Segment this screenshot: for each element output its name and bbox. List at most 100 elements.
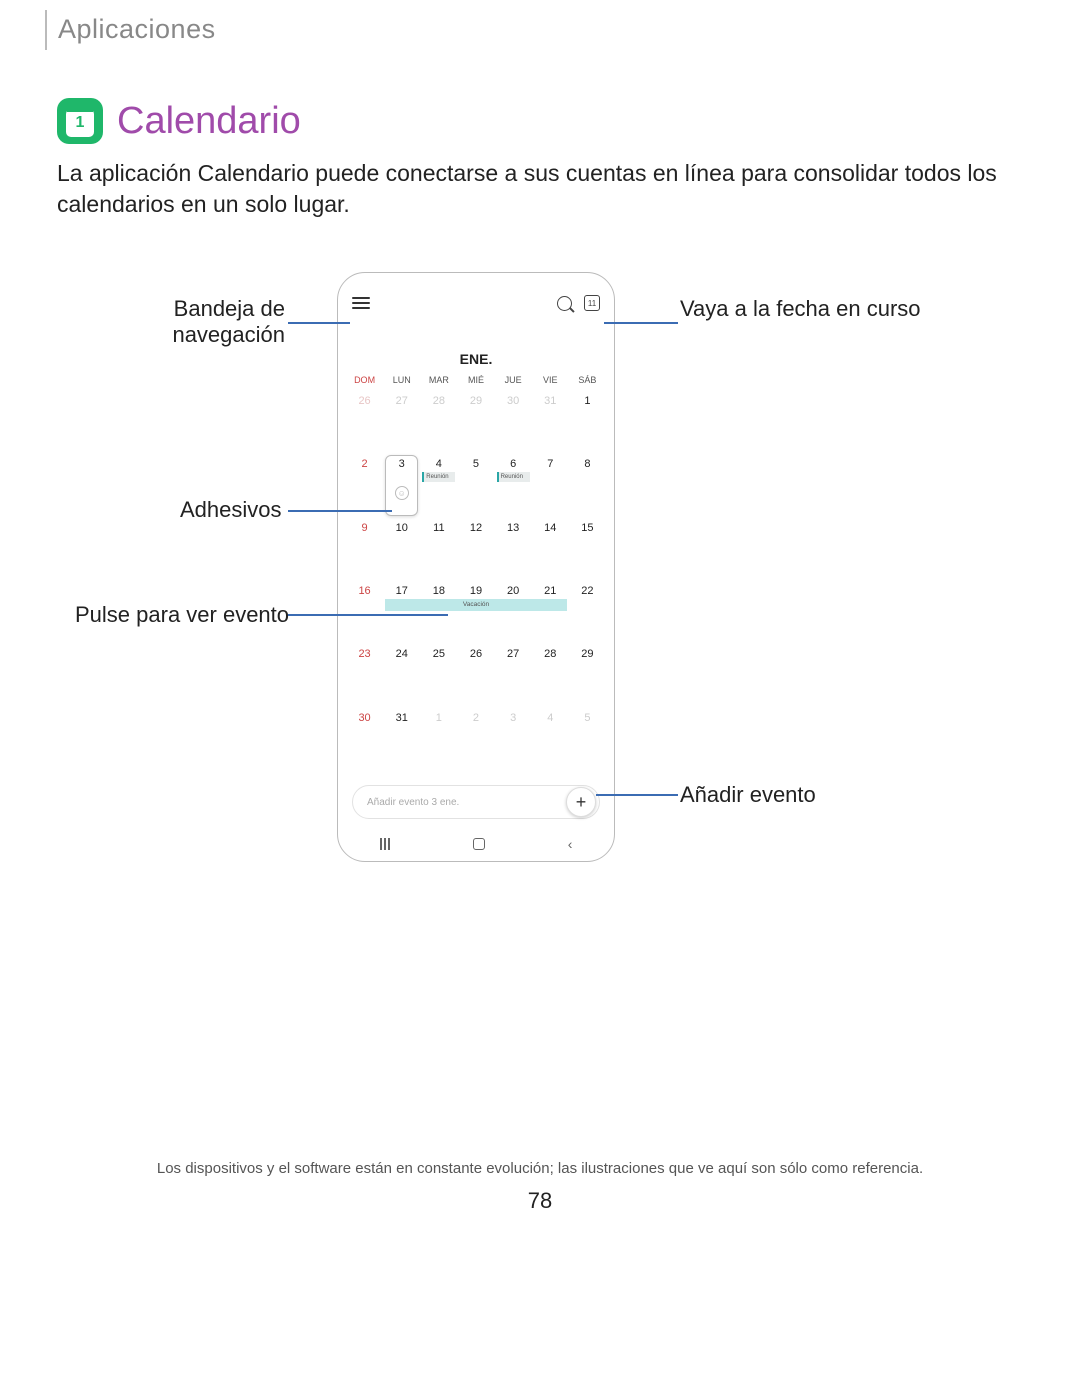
cell-day-number: 19: [457, 585, 494, 597]
cell-day-number: 14: [532, 522, 569, 534]
event-chip[interactable]: Reunión: [497, 472, 530, 482]
cell-day-number: 30: [495, 395, 532, 407]
callout-line: [288, 510, 392, 512]
calendar-cell[interactable]: 8: [569, 454, 606, 517]
header-rule: [45, 10, 47, 50]
callout-line: [288, 322, 350, 324]
cell-day-number: 1: [420, 712, 457, 724]
calendar-cell[interactable]: 1: [569, 391, 606, 454]
cell-day-number: 26: [457, 648, 494, 660]
calendar-cell[interactable]: 29: [457, 391, 494, 454]
calendar-cell[interactable]: 11: [420, 518, 457, 581]
calendar-cell[interactable]: 2: [346, 454, 383, 517]
event-chip[interactable]: Reunión: [422, 472, 455, 482]
cell-day-number: 13: [495, 522, 532, 534]
section-header: Aplicaciones: [58, 14, 216, 45]
callout-tap-event: Pulse para ver evento: [75, 602, 289, 628]
calendar-cell[interactable]: 19: [457, 581, 494, 644]
phone-mockup: 11 ENE. DOMLUNMARMIÉJUEVIESÁB 2627282930…: [337, 272, 615, 862]
cell-day-number: 12: [457, 522, 494, 534]
calendar-cell[interactable]: 28: [420, 391, 457, 454]
cell-day-number: 2: [457, 712, 494, 724]
footer-note: Los dispositivos y el software están en …: [0, 1160, 1080, 1177]
nav-recent-icon[interactable]: [380, 838, 390, 850]
calendar-cell[interactable]: 26: [457, 644, 494, 707]
calendar-cell[interactable]: 14: [532, 518, 569, 581]
calendar-cell[interactable]: 31: [532, 391, 569, 454]
add-event-input[interactable]: Añadir evento 3 ene.: [352, 785, 600, 819]
nav-back-icon[interactable]: ‹: [568, 836, 573, 852]
calendar-cell[interactable]: 9: [346, 518, 383, 581]
weekday-label: LUN: [383, 375, 420, 385]
calendar-cell[interactable]: 7: [532, 454, 569, 517]
calendar-cell[interactable]: 28: [532, 644, 569, 707]
calendar-cell[interactable]: 5: [457, 454, 494, 517]
nav-home-icon[interactable]: [473, 838, 485, 850]
calendar-cell[interactable]: 24: [383, 644, 420, 707]
page-number: 78: [0, 1188, 1080, 1214]
callout-line: [604, 322, 678, 324]
add-event-button[interactable]: +: [566, 787, 596, 817]
calendar-cell[interactable]: 29: [569, 644, 606, 707]
calendar-cell[interactable]: 10: [383, 518, 420, 581]
phone-navbar: ‹: [338, 827, 614, 861]
cell-day-number: 4: [420, 458, 457, 470]
intro-paragraph: La aplicación Calendario puede conectars…: [57, 158, 1020, 220]
calendar-cell[interactable]: 13: [495, 518, 532, 581]
calendar-cell[interactable]: 3☺: [383, 454, 420, 517]
callout-stickers: Adhesivos: [180, 497, 282, 523]
calendar-cell[interactable]: 5: [569, 708, 606, 771]
cell-day-number: 28: [420, 395, 457, 407]
cell-day-number: 30: [346, 712, 383, 724]
calendar-cell[interactable]: 30: [495, 391, 532, 454]
callout-go-today: Vaya a la fecha en curso: [680, 296, 940, 322]
sticker-icon[interactable]: ☺: [395, 486, 409, 500]
calendar-cell[interactable]: 18: [420, 581, 457, 644]
calendar-cell[interactable]: 4 Reunión: [420, 454, 457, 517]
calendar-cell[interactable]: 20: [495, 581, 532, 644]
calendar-cell[interactable]: 21: [532, 581, 569, 644]
cell-day-number: 11: [420, 522, 457, 534]
month-label: ENE.: [338, 351, 614, 367]
calendar-cell[interactable]: 22: [569, 581, 606, 644]
search-icon[interactable]: [557, 296, 572, 311]
cell-day-number: 5: [457, 458, 494, 470]
calendar-cell[interactable]: 2: [457, 708, 494, 771]
calendar-cell[interactable]: 17Vacación: [383, 581, 420, 644]
cell-day-number: 22: [569, 585, 606, 597]
cell-day-number: 4: [532, 712, 569, 724]
cell-day-number: 10: [383, 522, 420, 534]
calendar-cell[interactable]: 27: [383, 391, 420, 454]
calendar-cell[interactable]: 23: [346, 644, 383, 707]
calendar-cell[interactable]: 15: [569, 518, 606, 581]
cell-day-number: 28: [532, 648, 569, 660]
page-title: Calendario: [117, 100, 301, 143]
weekday-label: MAR: [420, 375, 457, 385]
cell-day-number: 31: [383, 712, 420, 724]
hamburger-icon[interactable]: [352, 297, 370, 309]
today-icon[interactable]: 11: [584, 295, 600, 311]
calendar-cell[interactable]: 25: [420, 644, 457, 707]
calendar-cell[interactable]: 4: [532, 708, 569, 771]
callout-add-event: Añadir evento: [680, 782, 816, 808]
calendar-cell[interactable]: 1: [420, 708, 457, 771]
cell-day-number: 20: [495, 585, 532, 597]
cell-day-number: 29: [457, 395, 494, 407]
cell-day-number: 2: [346, 458, 383, 470]
calendar-cell[interactable]: 3: [495, 708, 532, 771]
calendar-cell[interactable]: 27: [495, 644, 532, 707]
cell-day-number: 1: [569, 395, 606, 407]
calendar-cell[interactable]: 16: [346, 581, 383, 644]
callout-line: [288, 614, 448, 616]
calendar-cell[interactable]: 26: [346, 391, 383, 454]
weekday-label: VIE: [532, 375, 569, 385]
cell-day-number: 17: [383, 585, 420, 597]
cell-day-number: 23: [346, 648, 383, 660]
calendar-cell[interactable]: 6Reunión: [495, 454, 532, 517]
calendar-cell[interactable]: 30: [346, 708, 383, 771]
cell-day-number: 7: [532, 458, 569, 470]
title-row: 1 Calendario: [57, 98, 301, 144]
calendar-app-icon: 1: [57, 98, 103, 144]
calendar-cell[interactable]: 12: [457, 518, 494, 581]
calendar-cell[interactable]: 31: [383, 708, 420, 771]
